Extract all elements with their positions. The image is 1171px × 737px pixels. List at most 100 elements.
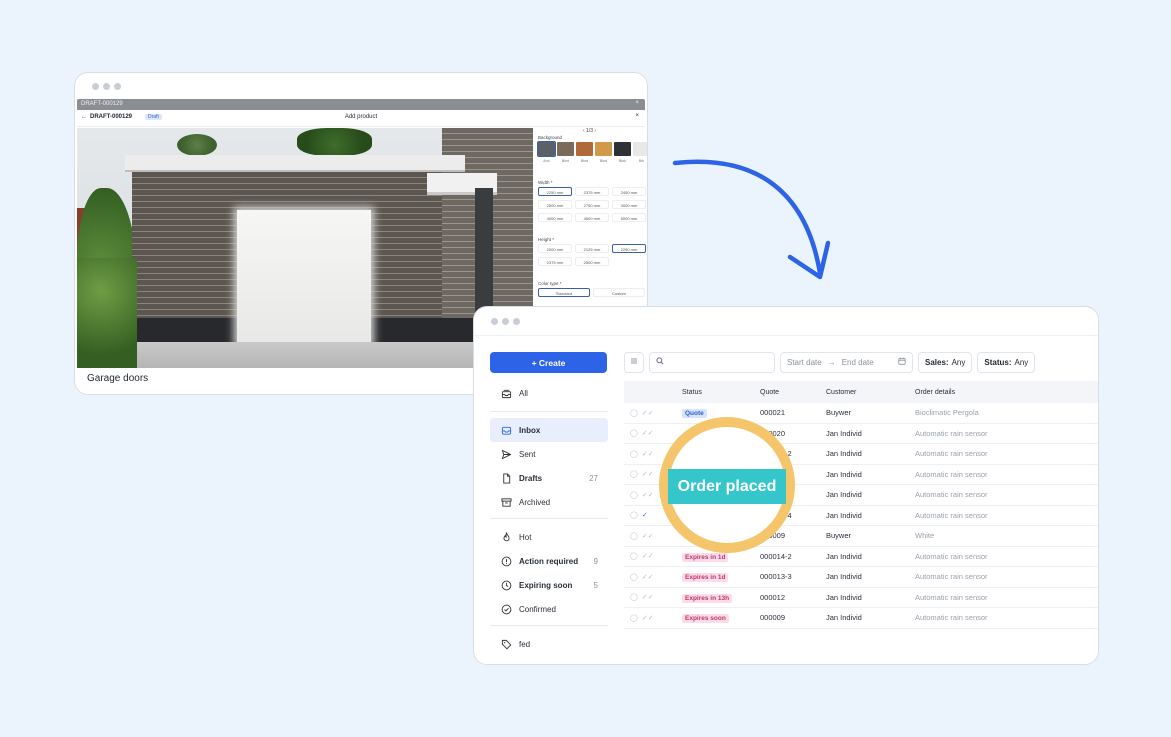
height-option[interactable]: 2500 mm [575, 257, 609, 266]
height-option[interactable]: 2000 mm [538, 244, 572, 253]
sidebar-item-inbox[interactable]: Inbox [490, 418, 608, 442]
order-placed-highlight: Order placed [668, 469, 786, 504]
order-details: Automatic rain sensor [915, 428, 988, 438]
order-details: Automatic rain sensor [915, 449, 988, 459]
table-row[interactable]: ◯ ✓✓ Expires in 1d 000013-3 Jan Individ Autom… [624, 567, 1098, 588]
read-status-icon[interactable]: ✓✓ [642, 409, 654, 417]
sidebar-item-sent[interactable]: Sent [490, 442, 608, 466]
customer-name: Jan Individ [826, 490, 862, 500]
close-icon[interactable]: × [635, 113, 639, 119]
background-swatch[interactable] [537, 141, 556, 157]
background-pager[interactable]: ‹ 1/3 › [583, 128, 596, 134]
column-order-details[interactable]: Order details [915, 389, 1095, 396]
sidebar-item-action-required[interactable]: Action required 9 [490, 549, 608, 573]
hot-flag-icon[interactable]: ◯ [630, 470, 638, 478]
read-status-icon[interactable]: ✓✓ [642, 429, 654, 437]
width-option[interactable]: 2750 mm [575, 200, 609, 209]
sidebar-item-label: Drafts [519, 473, 543, 483]
read-status-icon[interactable]: ✓✓ [642, 614, 654, 622]
modal-title: Add product [344, 114, 378, 120]
sidebar-item-all[interactable]: All [490, 381, 608, 405]
read-status-icon[interactable]: ✓✓ [642, 532, 654, 540]
table-row[interactable]: ◯ ✓✓ Expires in 13h 000012 Jan Individ Automa… [624, 588, 1098, 608]
expiring-soon-count: 5 [593, 580, 598, 590]
column-quote[interactable]: Quote [760, 389, 826, 396]
background-swatch[interactable] [557, 142, 574, 156]
width-label: Width * [538, 180, 553, 185]
filter-toolbar: Start date → End date Sales: Any Status:… [624, 351, 1036, 373]
read-status-icon[interactable]: ✓✓ [642, 593, 654, 601]
width-option[interactable]: 4500 mm [575, 213, 609, 222]
status-badge: Quote [682, 409, 707, 419]
status-badge: Expires in 1d [682, 552, 729, 562]
order-details: Bioclimatic Pergola [915, 408, 979, 418]
column-customer[interactable]: Customer [826, 389, 915, 396]
action-required-count: 9 [593, 556, 598, 566]
read-status-icon[interactable]: ✓✓ [642, 573, 654, 581]
product-preview-image [77, 128, 533, 368]
hot-flag-icon[interactable]: ◯ [630, 511, 638, 519]
sidebar-nav: All Inbox Sent Drafts 27 Archived Hot Ac… [490, 381, 608, 656]
hot-flag-icon[interactable]: ◯ [630, 429, 638, 437]
width-option[interactable]: 4000 mm [538, 213, 572, 222]
inbox-icon [500, 424, 512, 436]
hot-flag-icon[interactable]: ◯ [630, 491, 638, 499]
alert-circle-icon [500, 555, 512, 567]
width-option[interactable]: 2375 mm [575, 187, 609, 196]
date-range-arrow: → [827, 357, 836, 367]
product-caption: Garage doors [87, 373, 149, 384]
hot-flag-icon[interactable]: ◯ [630, 573, 638, 581]
status-filter[interactable]: Status: Any [977, 351, 1036, 373]
read-status-icon[interactable]: ✓✓ [642, 450, 654, 458]
column-status[interactable]: Status [682, 389, 760, 396]
background-swatch[interactable] [595, 142, 612, 156]
sidebar-item-drafts[interactable]: Drafts 27 [490, 466, 608, 490]
sidebar-item-expiring-soon[interactable]: Expiring soon 5 [490, 573, 608, 597]
width-option[interactable]: 3000 mm [612, 200, 646, 209]
end-date-field[interactable]: End date [842, 358, 874, 367]
start-date-field[interactable]: Start date [787, 358, 822, 367]
table-row[interactable]: ◯ ✓✓ Expires in 1d 000014-2 Jan Individ Autom… [624, 547, 1098, 567]
background-swatch[interactable] [576, 142, 593, 156]
hot-flag-icon[interactable]: ◯ [630, 532, 638, 540]
hot-flag-icon[interactable]: ◯ [630, 409, 638, 417]
sidebar-item-hot[interactable]: Hot [490, 525, 608, 549]
sidebar-item-archived[interactable]: Archived [490, 490, 608, 514]
read-status-icon[interactable]: ✓✓ [642, 470, 654, 478]
read-status-icon[interactable]: ✓ [642, 511, 648, 519]
height-option[interactable]: 2250 mm [612, 244, 646, 253]
read-status-icon[interactable]: ✓✓ [642, 552, 654, 560]
sidebar-item-confirmed[interactable]: Confirmed [490, 597, 608, 621]
background-swatch[interactable] [614, 142, 631, 156]
hot-flag-icon[interactable]: ◯ [630, 614, 638, 622]
columns-toggle-button[interactable] [624, 351, 644, 373]
clock-icon [500, 579, 512, 591]
width-option[interactable]: 2250 mm [538, 187, 572, 196]
width-option[interactable]: 5000 mm [612, 213, 646, 222]
date-range-input[interactable]: Start date → End date [780, 351, 913, 373]
calendar-icon [898, 357, 906, 367]
search-input[interactable] [649, 351, 775, 373]
width-option[interactable]: 2450 mm [612, 187, 646, 196]
customer-name: Jan Individ [826, 469, 862, 479]
sales-filter[interactable]: Sales: Any [918, 351, 973, 373]
color-type-custom[interactable]: Custom [593, 288, 645, 297]
status-badge: Expires soon [682, 614, 729, 624]
height-option[interactable]: 2375 mm [538, 257, 572, 266]
hot-flag-icon[interactable]: ◯ [630, 593, 638, 601]
status-badge: Expires in 13h [682, 593, 733, 603]
height-option[interactable]: 2125 mm [575, 244, 609, 253]
table-row[interactable]: ◯ ✓✓ Expires soon 000009 Jan Individ Automati… [624, 608, 1098, 629]
quote-number: 000021 [760, 408, 786, 418]
background-label: Background [538, 135, 563, 140]
background-swatch[interactable] [633, 142, 647, 156]
width-option[interactable]: 2500 mm [538, 200, 572, 209]
background-swatch-label: Brk [638, 159, 645, 163]
color-type-standard[interactable]: Standard [538, 288, 590, 297]
table-row[interactable]: ◯ ✓✓ Quote 000021 Buywer Bioclimatic Pergola [624, 403, 1098, 424]
sidebar-item-fed[interactable]: fed [490, 632, 608, 656]
hot-flag-icon[interactable]: ◯ [630, 552, 638, 560]
create-button[interactable]: + Create [490, 352, 607, 373]
read-status-icon[interactable]: ✓✓ [642, 491, 654, 499]
hot-flag-icon[interactable]: ◯ [630, 450, 638, 458]
